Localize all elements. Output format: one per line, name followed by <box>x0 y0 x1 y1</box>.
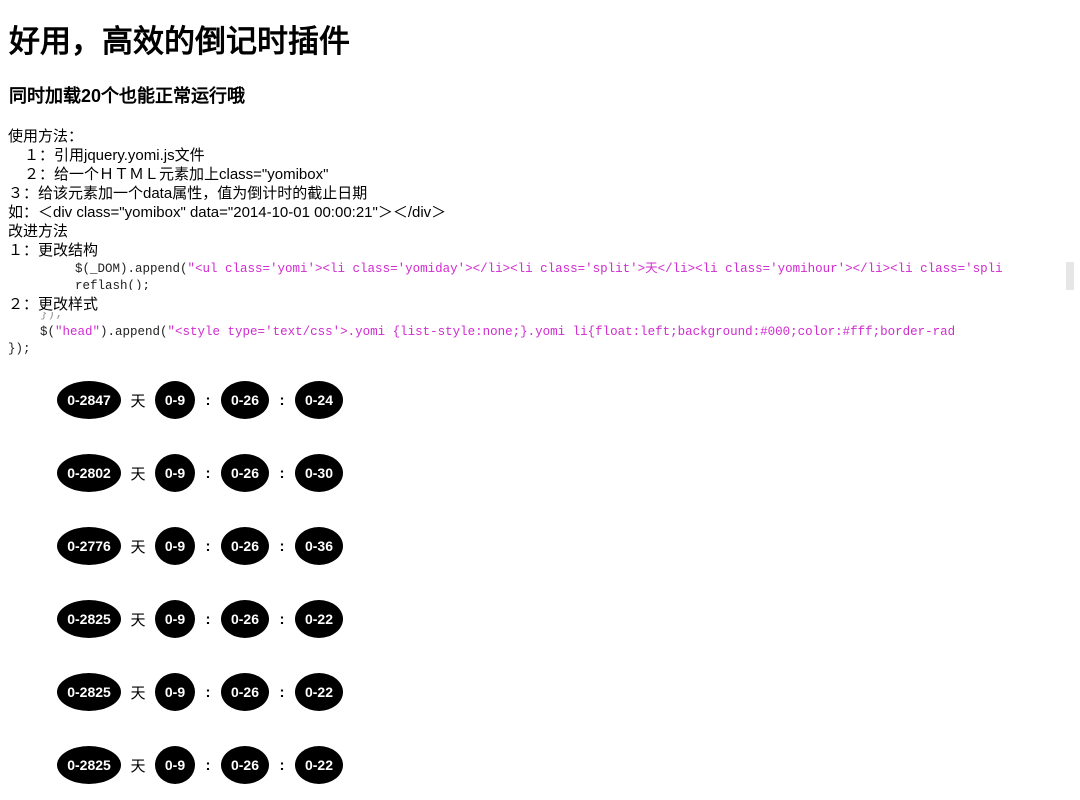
countdown-minutes: 0-26 <box>221 381 269 419</box>
countdown-timer: 0-2847 天 0-9:0-26:0-24 <box>57 380 343 420</box>
day-separator: 天 <box>130 757 146 775</box>
code-text: $( <box>40 325 56 339</box>
colon-separator: : <box>205 537 211 555</box>
usage-step-1: １：引用jquery.yomi.js文件 <box>24 147 205 164</box>
day-separator: 天 <box>130 465 146 483</box>
countdown-hours: 0-9 <box>155 600 195 638</box>
day-separator: 天 <box>130 392 146 410</box>
countdown-hours: 0-9 <box>155 381 195 419</box>
code-scrollbar[interactable] <box>1066 262 1074 290</box>
colon-separator: : <box>205 391 211 409</box>
code-string: "<style type='text/css'>.yomi {list-styl… <box>167 325 956 339</box>
countdown-days: 0-2825 <box>57 746 121 784</box>
colon-separator: : <box>205 464 211 482</box>
countdown-seconds: 0-30 <box>295 454 343 492</box>
countdown-timer: 0-2825 天 0-9:0-26:0-22 <box>57 599 343 639</box>
countdown-days: 0-2776 <box>57 527 121 565</box>
code-line-reflash: reflash(); <box>75 279 151 290</box>
colon-separator: : <box>279 610 285 628</box>
code-snippet-structure: $(_DOM).append("<ul class='yomi'><li cla… <box>0 254 1074 290</box>
usage-heading: 使用方法： <box>8 128 84 145</box>
colon-separator: : <box>205 756 211 774</box>
countdown-timer: 0-2802 天 0-9:0-26:0-30 <box>57 453 343 493</box>
colon-separator: : <box>279 756 285 774</box>
countdown-hours: 0-9 <box>155 673 195 711</box>
colon-separator: : <box>279 391 285 409</box>
usage-step-3: ３：给该元素加一个data属性，值为倒计时的截止日期 <box>8 185 368 202</box>
code-line-close-prev: }); <box>40 312 63 321</box>
usage-step-2: ２：给一个ＨＴＭＬ元素加上class="yomibox" <box>24 166 329 183</box>
countdown-hours: 0-9 <box>155 454 195 492</box>
countdown-days: 0-2847 <box>57 381 121 419</box>
colon-separator: : <box>279 464 285 482</box>
usage-example: 如：＜div class="yomibox" data="2014-10-01 … <box>8 204 447 221</box>
page-title: 好用，高效的倒记时插件 <box>9 24 350 59</box>
countdown-seconds: 0-22 <box>295 600 343 638</box>
code-snippet-style: }); $("head").append("<style type='text/… <box>0 312 1074 358</box>
code-line-append-style: $("head").append("<style type='text/css'… <box>40 324 955 340</box>
countdown-days: 0-2825 <box>57 673 121 711</box>
countdown-timer: 0-2825 天 0-9:0-26:0-22 <box>57 745 343 785</box>
countdown-seconds: 0-36 <box>295 527 343 565</box>
countdown-seconds: 0-24 <box>295 381 343 419</box>
code-line-append-dom: $(_DOM).append("<ul class='yomi'><li cla… <box>75 261 1003 277</box>
day-separator: 天 <box>130 538 146 556</box>
countdown-days: 0-2802 <box>57 454 121 492</box>
code-string: "head" <box>55 325 101 339</box>
page-subtitle: 同时加载20个也能正常运行哦 <box>9 86 246 106</box>
code-line-close: }); <box>8 342 31 356</box>
colon-separator: : <box>205 683 211 701</box>
countdown-minutes: 0-26 <box>221 454 269 492</box>
countdown-days: 0-2825 <box>57 600 121 638</box>
countdown-seconds: 0-22 <box>295 673 343 711</box>
colon-separator: : <box>205 610 211 628</box>
improve-heading: 改进方法 <box>8 223 69 240</box>
colon-separator: : <box>279 537 285 555</box>
code-text: ).append( <box>100 325 168 339</box>
countdown-hours: 0-9 <box>155 527 195 565</box>
usage-section: 使用方法： １：引用jquery.yomi.js文件 ２：给一个ＨＴＭＬ元素加上… <box>8 127 446 260</box>
day-separator: 天 <box>130 684 146 702</box>
colon-separator: : <box>279 683 285 701</box>
countdown-minutes: 0-26 <box>221 600 269 638</box>
countdown-hours: 0-9 <box>155 746 195 784</box>
countdown-minutes: 0-26 <box>221 673 269 711</box>
countdown-timer: 0-2776 天 0-9:0-26:0-36 <box>57 526 343 566</box>
countdown-minutes: 0-26 <box>221 746 269 784</box>
countdown-timer: 0-2825 天 0-9:0-26:0-22 <box>57 672 343 712</box>
day-separator: 天 <box>130 611 146 629</box>
code-text: $(_DOM).append( <box>75 262 188 276</box>
countdown-seconds: 0-22 <box>295 746 343 784</box>
countdown-minutes: 0-26 <box>221 527 269 565</box>
code-string: "<ul class='yomi'><li class='yomiday'></… <box>187 262 1003 276</box>
